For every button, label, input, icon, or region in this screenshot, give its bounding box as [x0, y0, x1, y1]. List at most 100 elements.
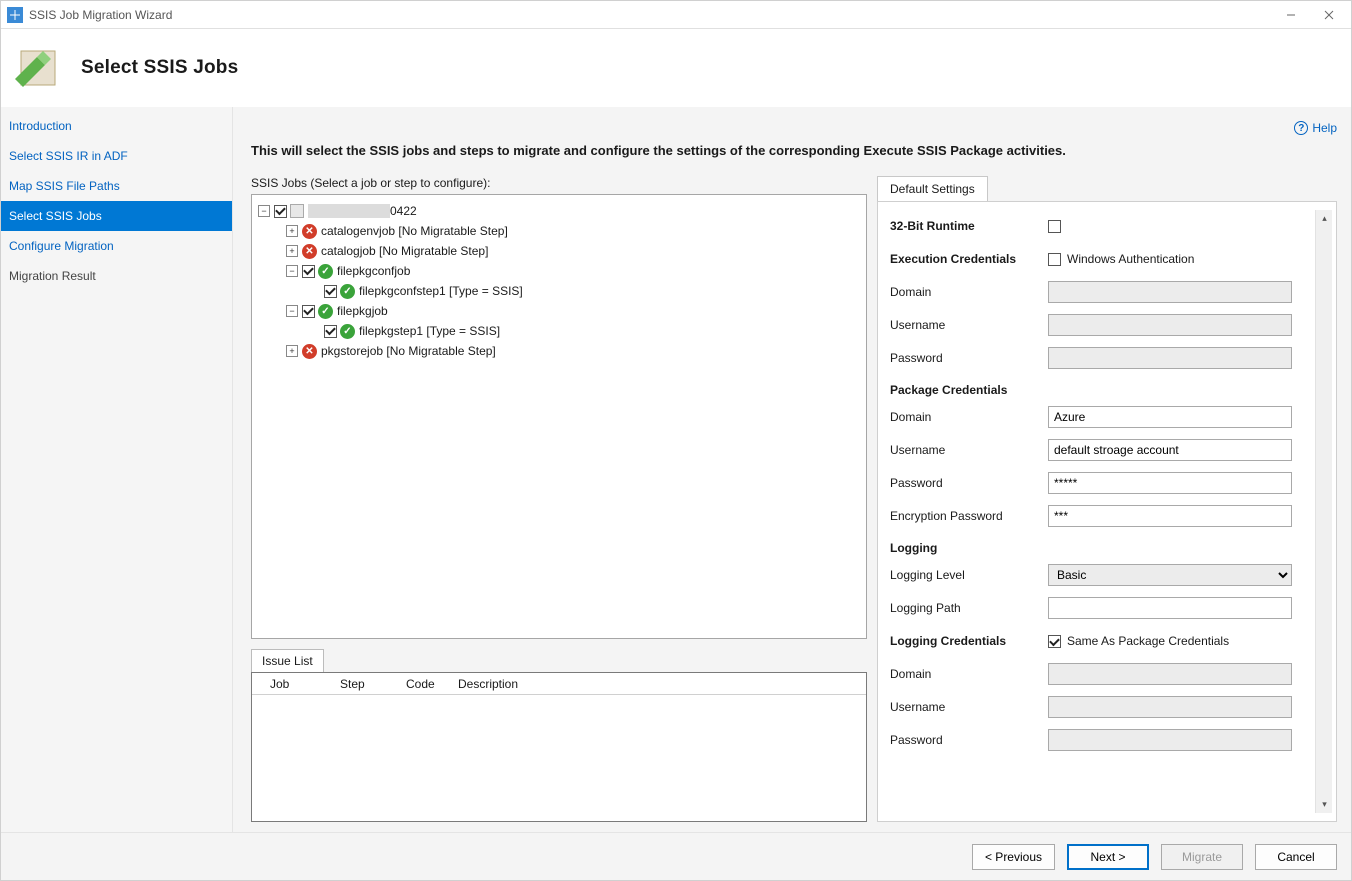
collapse-icon[interactable]: − — [286, 265, 298, 277]
select-logging-level[interactable]: Basic — [1048, 564, 1292, 586]
page-title: Select SSIS Jobs — [81, 57, 238, 79]
sidebar-item-select-ir[interactable]: Select SSIS IR in ADF — [1, 141, 232, 171]
tree-node[interactable]: ✓filepkgconfstep1 [Type = SSIS] — [258, 281, 860, 301]
tree-node[interactable]: + ✕ catalogjob [No Migratable Step] — [258, 241, 860, 261]
input-enc-password[interactable] — [1048, 505, 1292, 527]
label-winauth: Windows Authentication — [1067, 252, 1194, 266]
checkbox[interactable] — [324, 325, 337, 338]
label-exec-password: Password — [890, 351, 1048, 365]
expand-icon[interactable]: + — [286, 225, 298, 237]
tree-node-label: filepkgjob — [337, 304, 388, 318]
settings-column: Default Settings 32-Bit Runtime Executio… — [877, 176, 1337, 822]
collapse-icon[interactable]: − — [286, 305, 298, 317]
expand-icon[interactable]: + — [286, 345, 298, 357]
cancel-button[interactable]: Cancel — [1255, 844, 1337, 870]
label-exec-domain: Domain — [890, 285, 1048, 299]
settings-scrollbar[interactable]: ▴ ▾ — [1315, 210, 1332, 813]
checkbox[interactable] — [274, 205, 287, 218]
server-icon — [290, 204, 304, 218]
tree-node-label: filepkgstep1 [Type = SSIS] — [359, 324, 500, 338]
tree-spacer — [308, 285, 320, 297]
next-button[interactable]: Next > — [1067, 844, 1149, 870]
body: Introduction Select SSIS IR in ADF Map S… — [1, 107, 1351, 832]
jobs-label: SSIS Jobs (Select a job or step to confi… — [251, 176, 867, 190]
sidebar-item-label: Select SSIS IR in ADF — [9, 149, 128, 163]
tab-issue-list[interactable]: Issue List — [251, 649, 324, 672]
tab-label: Issue List — [262, 654, 313, 668]
tree-node[interactable]: +✕catalogenvjob [No Migratable Step] — [258, 221, 860, 241]
label-same-as: Same As Package Credentials — [1067, 634, 1229, 648]
issue-tabs: Issue List — [251, 649, 867, 672]
server-suffix: 0422 — [390, 204, 417, 218]
label-pkg-password: Password — [890, 476, 1048, 490]
previous-button[interactable]: < Previous — [972, 844, 1055, 870]
checkbox[interactable] — [302, 265, 315, 278]
tree-node-label: pkgstorejob [No Migratable Step] — [321, 344, 496, 358]
tree-node[interactable]: −✓filepkgconfjob — [258, 261, 860, 281]
sidebar-item-map-paths[interactable]: Map SSIS File Paths — [1, 171, 232, 201]
migrate-button: Migrate — [1161, 844, 1243, 870]
input-logging-path[interactable] — [1048, 597, 1292, 619]
help-row: ? Help — [251, 119, 1337, 137]
scroll-up-icon[interactable]: ▴ — [1316, 210, 1333, 227]
header-pkg-cred: Package Credentials — [890, 375, 1315, 401]
header: Select SSIS Jobs — [1, 29, 1351, 107]
input-pkg-domain[interactable] — [1048, 406, 1292, 428]
error-icon: ✕ — [302, 224, 317, 239]
tab-label: Default Settings — [890, 182, 975, 196]
success-icon: ✓ — [318, 304, 333, 319]
app-icon — [7, 7, 23, 23]
sidebar-item-label: Introduction — [9, 119, 72, 133]
scroll-down-icon[interactable]: ▾ — [1316, 796, 1333, 813]
header-logging: Logging — [890, 533, 1315, 559]
tree-node[interactable]: ✓ filepkgstep1 [Type = SSIS] — [258, 321, 860, 341]
label-pkg-domain: Domain — [890, 410, 1048, 424]
collapse-icon[interactable]: − — [258, 205, 270, 217]
input-exec-domain — [1048, 281, 1292, 303]
help-label: Help — [1312, 121, 1337, 135]
settings-panel: 32-Bit Runtime Execution Credentials Win… — [877, 201, 1337, 822]
error-icon: ✕ — [302, 244, 317, 259]
col-code: Code — [406, 677, 458, 691]
success-icon: ✓ — [340, 324, 355, 339]
tree-node[interactable]: − ✓ filepkgjob — [258, 301, 860, 321]
checkbox[interactable] — [324, 285, 337, 298]
sidebar-item-select-jobs[interactable]: Select SSIS Jobs — [1, 201, 232, 231]
label-32bit: 32-Bit Runtime — [890, 219, 1048, 233]
input-pkg-username[interactable] — [1048, 439, 1292, 461]
page-description: This will select the SSIS jobs and steps… — [251, 143, 1337, 158]
input-log-username — [1048, 696, 1292, 718]
sidebar-item-introduction[interactable]: Introduction — [1, 111, 232, 141]
settings-content: 32-Bit Runtime Execution Credentials Win… — [890, 210, 1315, 813]
expand-icon[interactable]: + — [286, 245, 298, 257]
tab-default-settings[interactable]: Default Settings — [877, 176, 988, 201]
tree-node-label: catalogjob [No Migratable Step] — [321, 244, 488, 258]
help-link[interactable]: ? Help — [1294, 121, 1337, 135]
title-bar: SSIS Job Migration Wizard — [1, 1, 1351, 29]
sidebar-item-configure[interactable]: Configure Migration — [1, 231, 232, 261]
sidebar-item-label: Configure Migration — [9, 239, 114, 253]
close-button[interactable] — [1319, 5, 1339, 25]
sidebar-item-result[interactable]: Migration Result — [1, 261, 232, 291]
jobs-tree[interactable]: − 0422 +✕catalogenvjob [No Migratable St… — [251, 194, 867, 639]
checkbox-32bit[interactable] — [1048, 220, 1061, 233]
input-exec-username — [1048, 314, 1292, 336]
checkbox-same-as[interactable] — [1048, 635, 1061, 648]
tree-node[interactable]: + ✕ pkgstorejob [No Migratable Step] — [258, 341, 860, 361]
checkbox[interactable] — [302, 305, 315, 318]
input-log-domain — [1048, 663, 1292, 685]
input-log-password — [1048, 729, 1292, 751]
success-icon: ✓ — [340, 284, 355, 299]
server-name-masked — [308, 204, 390, 218]
minimize-button[interactable] — [1281, 5, 1301, 25]
error-icon: ✕ — [302, 344, 317, 359]
input-pkg-password[interactable] — [1048, 472, 1292, 494]
checkbox-winauth[interactable] — [1048, 253, 1061, 266]
col-desc: Description — [458, 677, 866, 691]
label-enc-password: Encryption Password — [890, 509, 1048, 523]
label-log-username: Username — [890, 700, 1048, 714]
issue-list[interactable]: Job Step Code Description — [251, 672, 867, 822]
tree-root[interactable]: − 0422 — [258, 201, 860, 221]
sidebar-item-label: Map SSIS File Paths — [9, 179, 120, 193]
col-job: Job — [270, 677, 340, 691]
